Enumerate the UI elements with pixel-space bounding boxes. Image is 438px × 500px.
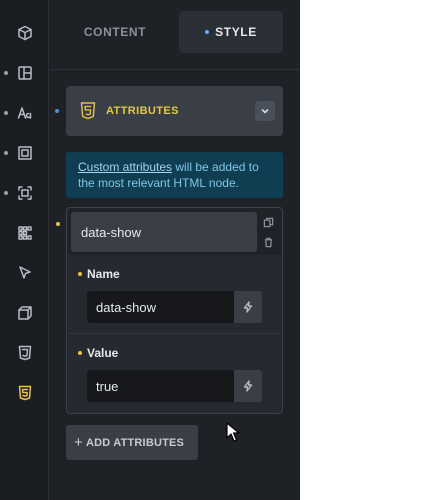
name-dynamic-data-button[interactable]	[234, 291, 262, 323]
duplicate-button[interactable]	[257, 212, 279, 232]
info-notice: Custom attributes will be added to the m…	[66, 152, 283, 198]
attributes-section-header[interactable]: ATTRIBUTES	[66, 86, 283, 136]
item-actions	[257, 212, 279, 252]
layout-icon[interactable]	[10, 58, 40, 88]
value-dynamic-data-button[interactable]	[234, 370, 262, 402]
attributes-repeater: data-show Name data-show Value true	[66, 207, 283, 414]
typography-icon[interactable]	[10, 98, 40, 128]
plus-icon: +	[74, 434, 83, 451]
panel-content: CONTENT STYLE ATTRIBUTES Custom attribut…	[50, 0, 300, 500]
tab-style[interactable]: STYLE	[179, 11, 283, 53]
html5-icon[interactable]	[10, 378, 40, 408]
field-dot	[78, 272, 82, 276]
add-attributes-button[interactable]: + ADD ATTRIBUTES	[66, 425, 198, 460]
trash-icon	[264, 237, 272, 247]
tab-bar: CONTENT STYLE	[50, 0, 300, 70]
value-input[interactable]: true	[87, 370, 234, 402]
rail-indicator-dot	[4, 111, 8, 115]
value-label-text: Value	[87, 346, 119, 360]
section-indicator-dot	[55, 109, 59, 113]
field-dot	[78, 351, 82, 355]
rail-indicator-dot	[4, 151, 8, 155]
bolt-icon	[243, 301, 253, 313]
section-title: ATTRIBUTES	[106, 105, 179, 117]
border-icon[interactable]	[10, 178, 40, 208]
transform-icon[interactable]	[10, 298, 40, 328]
side-rail	[0, 0, 49, 500]
rail-indicator-dot	[4, 71, 8, 75]
add-attributes-label: ADD ATTRIBUTES	[85, 436, 185, 449]
repeater-indicator-dot	[56, 222, 60, 226]
delete-button[interactable]	[257, 232, 279, 252]
attribute-item-body: Name data-show Value true	[68, 255, 281, 413]
active-dot	[205, 30, 210, 34]
tab-style-label: STYLE	[215, 25, 257, 39]
mouse-pointer-icon	[226, 422, 240, 442]
grid-icon[interactable]	[10, 218, 40, 248]
chevron-down-icon	[261, 108, 269, 114]
attribute-item-header[interactable]: data-show	[71, 212, 257, 252]
duplicate-icon	[263, 217, 273, 227]
rail-indicator-dot	[4, 191, 8, 195]
spacing-icon[interactable]	[10, 138, 40, 168]
css3-icon[interactable]	[10, 338, 40, 368]
bolt-icon	[243, 380, 253, 392]
collapse-button[interactable]	[255, 101, 275, 121]
cursor-icon[interactable]	[10, 258, 40, 288]
value-label: Value	[78, 346, 119, 360]
style-panel: CONTENT STYLE ATTRIBUTES Custom attribut…	[0, 0, 300, 500]
html5-icon	[80, 102, 96, 120]
tab-content[interactable]: CONTENT	[60, 11, 170, 53]
name-input[interactable]: data-show	[87, 291, 234, 323]
field-divider	[68, 333, 281, 334]
name-label-text: Name	[87, 267, 120, 281]
custom-attributes-link[interactable]: Custom attributes	[78, 160, 172, 174]
cube-icon[interactable]	[10, 18, 40, 48]
name-label: Name	[78, 267, 120, 281]
